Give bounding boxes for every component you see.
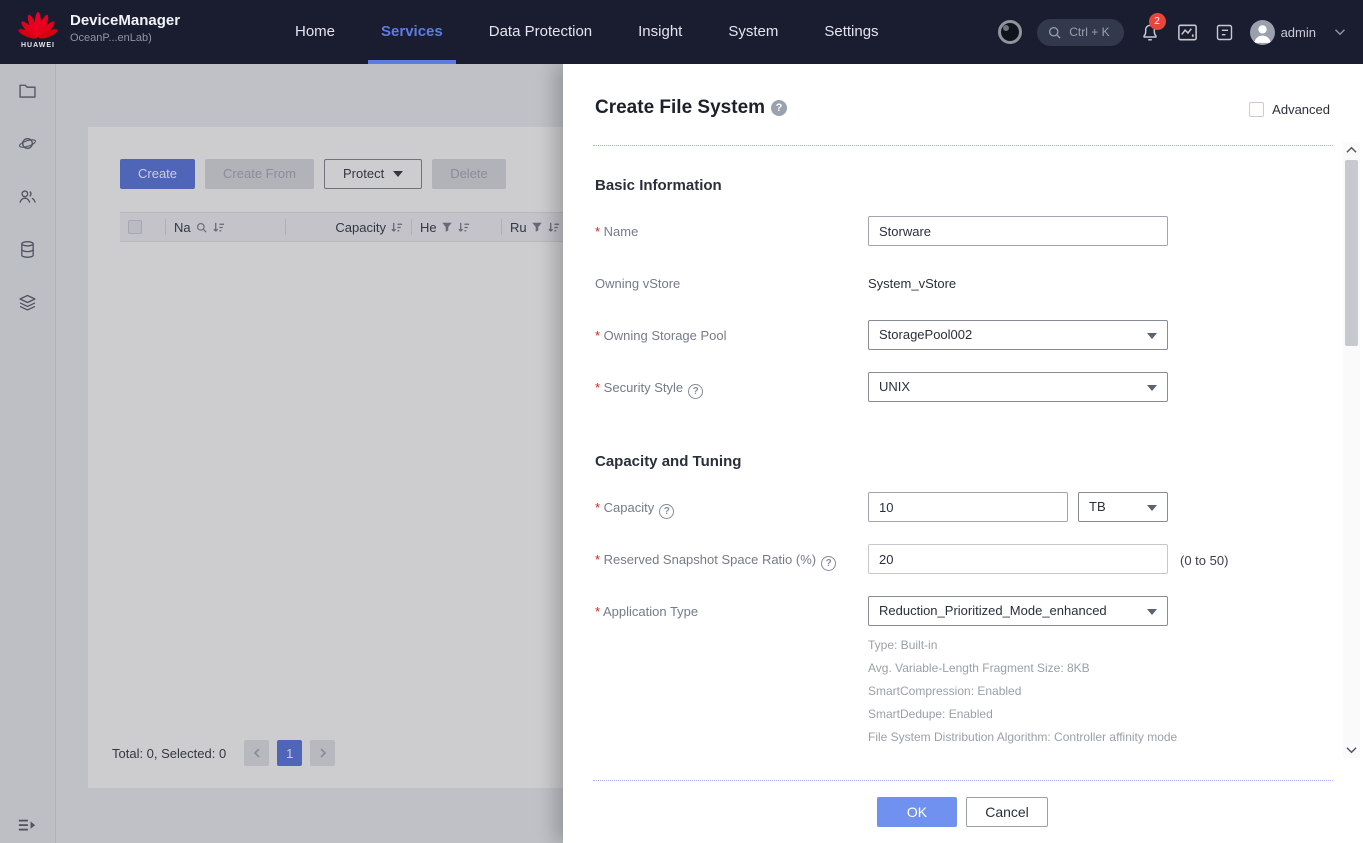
security-style-label-text: Security Style <box>595 380 683 395</box>
application-type-label: Application Type <box>595 604 698 619</box>
owning-storage-pool-select[interactable]: StoragePool002 <box>868 320 1168 350</box>
app-logo: HUAWEI DeviceManager OceanP...enLab) <box>18 8 180 49</box>
cancel-button[interactable]: Cancel <box>966 797 1048 827</box>
snapshot-ratio-label: Reserved Snapshot Space Ratio (%) <box>595 552 836 571</box>
detail-line: SmartDedupe: Enabled <box>868 703 1177 726</box>
application-type-value: Reduction_Prioritized_Mode_enhanced <box>879 603 1107 618</box>
snapshot-ratio-hint: (0 to 50) <box>1180 553 1228 568</box>
scroll-up-icon[interactable] <box>1343 142 1360 158</box>
modal-title: Create File System <box>595 97 787 119</box>
user-name: admin <box>1281 25 1316 40</box>
app-subtitle: OceanP...enLab) <box>70 32 180 44</box>
ok-button[interactable]: OK <box>877 797 957 827</box>
search-shortcut: Ctrl + K <box>1069 25 1109 39</box>
user-icon <box>1250 20 1275 45</box>
notification-badge: 2 <box>1149 13 1166 30</box>
capacity-help-icon[interactable] <box>659 504 674 519</box>
advanced-label: Advanced <box>1272 102 1330 117</box>
nav-home[interactable]: Home <box>272 0 358 64</box>
section-capacity-tuning: Capacity and Tuning <box>595 453 741 470</box>
application-type-select[interactable]: Reduction_Prioritized_Mode_enhanced <box>868 596 1168 626</box>
application-type-details: Type: Built-in Avg. Variable-Length Frag… <box>868 634 1177 749</box>
nav-insight[interactable]: Insight <box>615 0 705 64</box>
huawei-flower-icon <box>18 8 58 44</box>
snapshot-ratio-help-icon[interactable] <box>821 556 836 571</box>
task-report-button[interactable] <box>1214 22 1235 43</box>
detail-line: Avg. Variable-Length Fragment Size: 8KB <box>868 657 1177 680</box>
top-bar: HUAWEI DeviceManager OceanP...enLab) Hom… <box>0 0 1363 64</box>
separator <box>593 145 1333 146</box>
avatar <box>1250 20 1275 45</box>
detail-line: SmartCompression: Enabled <box>868 680 1177 703</box>
nav-data-protection[interactable]: Data Protection <box>466 0 615 64</box>
name-label: Name <box>595 224 638 239</box>
security-style-select[interactable]: UNIX <box>868 372 1168 402</box>
separator <box>593 780 1333 781</box>
report-icon <box>1214 22 1235 43</box>
chevron-down-icon[interactable] <box>1331 23 1349 41</box>
nav-settings[interactable]: Settings <box>801 0 901 64</box>
scroll-down-icon[interactable] <box>1343 742 1360 758</box>
app-title: DeviceManager <box>70 12 180 29</box>
notifications-button[interactable]: 2 <box>1139 21 1161 43</box>
main-nav: Home Services Data Protection Insight Sy… <box>272 0 902 64</box>
owning-vstore-value: System_vStore <box>868 276 956 291</box>
detail-line: Type: Built-in <box>868 634 1177 657</box>
security-style-help-icon[interactable] <box>688 384 703 399</box>
capacity-unit-select[interactable]: TB <box>1078 492 1168 522</box>
scrollbar-thumb[interactable] <box>1345 160 1358 346</box>
security-style-label: Security Style <box>595 380 703 399</box>
performance-button[interactable] <box>1176 21 1199 44</box>
performance-chart-icon <box>1176 21 1199 44</box>
capacity-input[interactable] <box>868 492 1068 522</box>
owning-storage-pool-value: StoragePool002 <box>879 327 972 342</box>
user-menu[interactable]: admin <box>1250 20 1316 45</box>
search-icon <box>1047 25 1062 40</box>
brand-text: HUAWEI <box>18 42 58 49</box>
modal-overlay <box>0 64 563 843</box>
capacity-label-text: Capacity <box>595 500 654 515</box>
create-file-system-modal: Create File System Advanced Basic Inform… <box>563 64 1363 843</box>
ai-assistant-icon[interactable] <box>998 20 1022 44</box>
advanced-checkbox[interactable] <box>1249 102 1264 117</box>
modal-title-text: Create File System <box>595 97 765 118</box>
global-search[interactable]: Ctrl + K <box>1037 19 1123 46</box>
owning-vstore-label: Owning vStore <box>595 276 680 291</box>
security-style-value: UNIX <box>879 379 910 394</box>
owning-storage-pool-label: Owning Storage Pool <box>595 328 727 343</box>
modal-scrollbar[interactable] <box>1343 142 1360 758</box>
snapshot-ratio-label-text: Reserved Snapshot Space Ratio (%) <box>595 552 816 567</box>
detail-line: File System Distribution Algorithm: Cont… <box>868 726 1177 749</box>
capacity-unit-value: TB <box>1089 499 1106 514</box>
advanced-toggle[interactable]: Advanced <box>1249 102 1330 117</box>
nav-services[interactable]: Services <box>358 0 466 64</box>
name-input[interactable] <box>868 216 1168 246</box>
nav-system[interactable]: System <box>705 0 801 64</box>
snapshot-ratio-input[interactable] <box>868 544 1168 574</box>
capacity-label: Capacity <box>595 500 674 519</box>
section-basic-information: Basic Information <box>595 177 722 194</box>
modal-help-icon[interactable] <box>771 100 787 116</box>
